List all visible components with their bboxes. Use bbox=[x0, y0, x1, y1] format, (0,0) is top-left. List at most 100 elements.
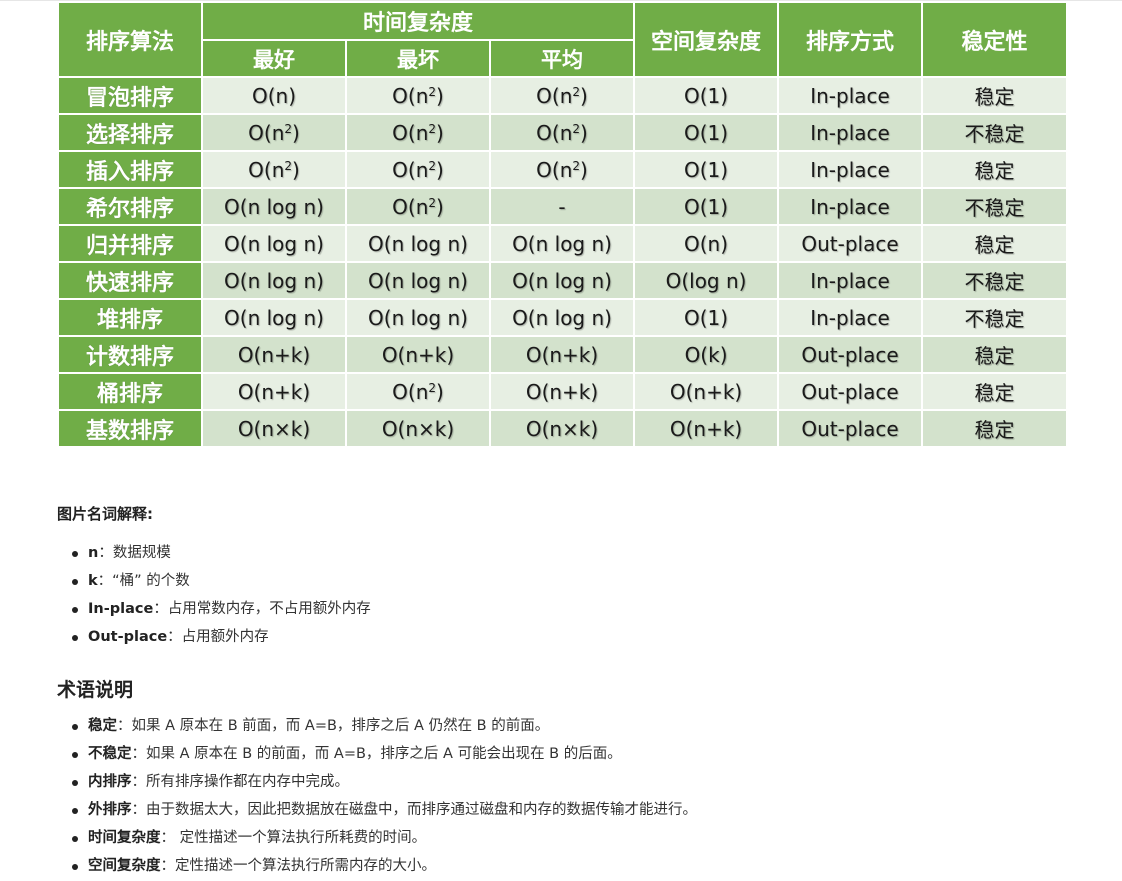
bullet-icon bbox=[72, 607, 78, 613]
cell-space: O(k) bbox=[633, 335, 780, 374]
term: 时间复杂度 bbox=[88, 830, 161, 846]
cell-stability: 稳定 bbox=[921, 150, 1069, 189]
cell-stability: 不稳定 bbox=[921, 187, 1069, 226]
superscript-two: 2 bbox=[284, 121, 293, 136]
algorithm-name: 快速排序 bbox=[57, 261, 203, 300]
bullet-icon bbox=[72, 752, 78, 758]
separator: ： bbox=[131, 802, 147, 818]
separator: ： bbox=[167, 629, 182, 645]
superscript-two: 2 bbox=[572, 158, 581, 173]
term: In-place bbox=[88, 601, 154, 617]
term: 外排序 bbox=[88, 802, 132, 818]
cell-stability: 稳定 bbox=[921, 76, 1069, 115]
cell-worst: O(n2) bbox=[345, 76, 491, 115]
separator: ： bbox=[131, 746, 147, 762]
separator: ： bbox=[160, 830, 176, 846]
algorithm-name: 桶排序 bbox=[57, 372, 203, 411]
glossary-list: n：数据规模 k：“桶” 的个数 In-place：占用常数内存，不占用额外内存 Ou… bbox=[57, 539, 371, 651]
definition: “桶” 的个数 bbox=[112, 573, 190, 589]
cell-average: O(n2) bbox=[488, 76, 636, 115]
sorting-complexity-table-container: 排序算法 时间复杂度 空间复杂度 排序方式 稳定性 最好 最坏 平均 冒泡排序 O… bbox=[57, 1, 1069, 448]
list-item: k：“桶” 的个数 bbox=[57, 567, 371, 595]
separator: ： bbox=[97, 573, 113, 589]
cell-best: O(n log n) bbox=[201, 298, 347, 337]
list-item: Out-place：占用额外内存 bbox=[57, 623, 371, 651]
superscript-two: 2 bbox=[284, 158, 293, 173]
cell-worst: O(n+k) bbox=[345, 335, 491, 374]
cell-mode: In-place bbox=[777, 150, 924, 189]
definition: 由于数据太大，因此把数据放在磁盘中，而排序通过磁盘和内存的数据传输才能进行。 bbox=[146, 802, 697, 818]
sorting-complexity-table: 排序算法 时间复杂度 空间复杂度 排序方式 稳定性 最好 最坏 平均 冒泡排序 O… bbox=[57, 1, 1069, 448]
table-row: 插入排序 O(n2) O(n2) O(n2) O(1) In-place 稳定 bbox=[57, 150, 1069, 189]
header-worst: 最坏 bbox=[345, 39, 491, 78]
cell-space: O(1) bbox=[633, 298, 780, 337]
cell-stability: 不稳定 bbox=[921, 298, 1069, 337]
table-row: 选择排序 O(n2) O(n2) O(n2) O(1) In-place 不稳定 bbox=[57, 113, 1069, 152]
definition: 如果 A 原本在 B 的前面，而 A=B，排序之后 A 可能会出现在 B 的后面… bbox=[146, 746, 622, 762]
cell-average: O(n×k) bbox=[488, 409, 636, 448]
table-row: 桶排序 O(n+k) O(n2) O(n+k) O(n+k) Out-place 稳定 bbox=[57, 372, 1069, 411]
bullet-icon bbox=[72, 836, 78, 842]
cell-worst: O(n2) bbox=[345, 372, 491, 411]
cell-space: O(n) bbox=[633, 224, 780, 263]
cell-space: O(1) bbox=[633, 187, 780, 226]
header-sort-mode: 排序方式 bbox=[777, 1, 924, 78]
superscript-two: 2 bbox=[428, 84, 437, 99]
term: 不稳定 bbox=[88, 746, 132, 762]
definition: 占用额外内存 bbox=[181, 629, 269, 645]
term: n bbox=[88, 545, 99, 561]
cell-worst: O(n2) bbox=[345, 113, 491, 152]
bullet-icon bbox=[72, 780, 78, 786]
table-row: 快速排序 O(n log n) O(n log n) O(n log n) O(log … bbox=[57, 261, 1069, 300]
cell-worst: O(n log n) bbox=[345, 224, 491, 263]
algorithm-name: 基数排序 bbox=[57, 409, 203, 448]
definition: 如果 A 原本在 B 前面，而 A=B，排序之后 A 仍然在 B 的前面。 bbox=[131, 718, 550, 734]
algorithm-name: 选择排序 bbox=[57, 113, 203, 152]
cell-average: O(n log n) bbox=[488, 224, 636, 263]
term: 空间复杂度 bbox=[88, 858, 161, 874]
separator: ： bbox=[131, 774, 147, 790]
header-space-complexity: 空间复杂度 bbox=[633, 1, 780, 78]
cell-mode: Out-place bbox=[777, 409, 924, 448]
cell-worst: O(n log n) bbox=[345, 298, 491, 337]
cell-space: O(n+k) bbox=[633, 409, 780, 448]
superscript-two: 2 bbox=[428, 121, 437, 136]
definition: 所有排序操作都在内存中完成。 bbox=[146, 774, 349, 790]
list-item: 不稳定：如果 A 原本在 B 的前面，而 A=B，排序之后 A 可能会出现在 B… bbox=[57, 740, 697, 768]
term: Out-place bbox=[88, 629, 168, 645]
cell-best: O(n) bbox=[201, 76, 347, 115]
superscript-two: 2 bbox=[572, 121, 581, 136]
cell-best: O(n2) bbox=[201, 113, 347, 152]
superscript-two: 2 bbox=[428, 380, 437, 395]
header-time-complexity: 时间复杂度 bbox=[200, 1, 636, 41]
table-row: 堆排序 O(n log n) O(n log n) O(n log n) O(1) In-… bbox=[57, 298, 1069, 337]
separator: ： bbox=[117, 718, 132, 734]
cell-stability: 不稳定 bbox=[921, 261, 1069, 300]
cell-stability: 不稳定 bbox=[921, 113, 1069, 152]
algorithm-name: 冒泡排序 bbox=[57, 76, 203, 115]
cell-stability: 稳定 bbox=[921, 409, 1069, 448]
cell-average: O(n+k) bbox=[488, 335, 636, 374]
cell-best: O(n2) bbox=[201, 150, 347, 189]
separator: ： bbox=[98, 545, 113, 561]
bullet-icon bbox=[72, 579, 78, 585]
cell-average: O(n log n) bbox=[488, 261, 636, 300]
list-item: In-place：占用常数内存，不占用额外内存 bbox=[57, 595, 371, 623]
cell-stability: 稳定 bbox=[921, 335, 1069, 374]
definition: 数据规模 bbox=[112, 545, 171, 561]
cell-mode: Out-place bbox=[777, 372, 924, 411]
algorithm-name: 归并排序 bbox=[57, 224, 203, 263]
cell-best: O(n+k) bbox=[201, 372, 347, 411]
table-row: 归并排序 O(n log n) O(n log n) O(n log n) O(n) Ou… bbox=[57, 224, 1069, 263]
terms-title: 术语说明 bbox=[57, 679, 134, 701]
separator: ： bbox=[160, 858, 176, 874]
bullet-icon bbox=[72, 808, 78, 814]
cell-best: O(n log n) bbox=[201, 187, 347, 226]
cell-space: O(1) bbox=[633, 150, 780, 189]
superscript-two: 2 bbox=[428, 158, 437, 173]
cell-space: O(n+k) bbox=[633, 372, 780, 411]
header-algorithm: 排序算法 bbox=[57, 1, 203, 78]
definition: 定性描述一个算法执行所需内存的大小。 bbox=[175, 858, 436, 874]
algorithm-name: 堆排序 bbox=[57, 298, 203, 337]
cell-average: O(n2) bbox=[488, 113, 636, 152]
